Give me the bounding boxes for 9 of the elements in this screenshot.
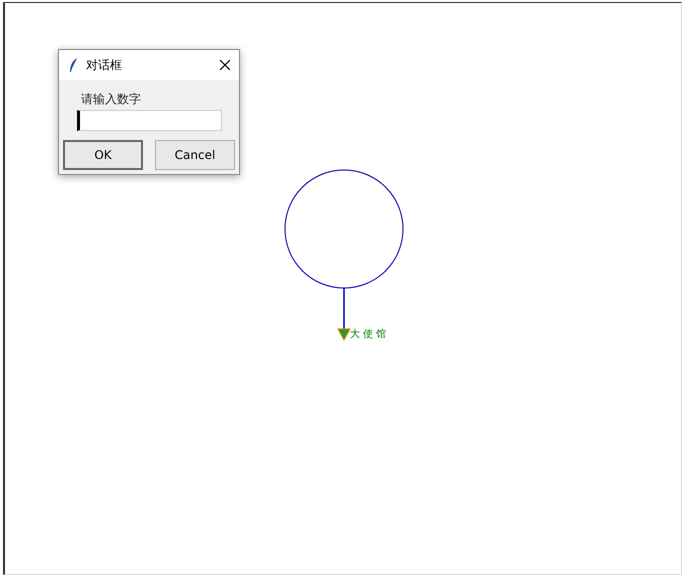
dialog-button[interactable]: Cancel [155, 140, 235, 170]
window-title: 对话框 [86, 57, 122, 74]
input-field[interactable] [77, 110, 222, 131]
arrow-drawing [337, 288, 351, 342]
dialog-button[interactable]: OK [63, 140, 143, 170]
canvas-label: 大使馆 [350, 329, 389, 340]
feather-icon [69, 58, 78, 72]
prompt-label: 请输入数字 [81, 91, 141, 108]
close-icon[interactable] [219, 59, 231, 71]
